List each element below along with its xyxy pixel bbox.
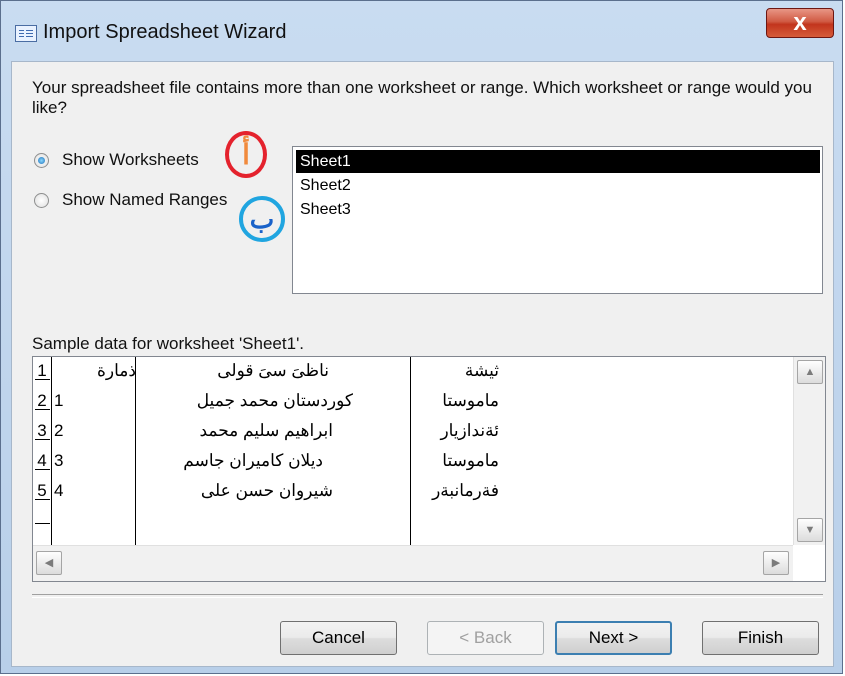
arrow-up-icon: ▲ [804,366,816,378]
table-row: 1 ذمارة ناظىَ سىَ قولى ثيشة [33,359,793,383]
scroll-down-button[interactable]: ▼ [797,518,823,542]
horizontal-scrollbar[interactable]: ◀ ▶ [33,545,793,581]
sample-data-label: Sample data for worksheet 'Sheet1'. [32,334,305,353]
row-number: 1 [35,359,50,383]
annotation-ba-circle: ب [239,196,285,242]
wizard-body: Your spreadsheet file contains more than… [11,61,834,667]
grid-cell: ثيشة [464,361,499,380]
next-button[interactable]: Next > [555,621,672,655]
scroll-left-button[interactable]: ◀ [36,551,62,575]
cancel-button[interactable]: Cancel [280,621,397,655]
row-number: 4 [35,449,50,473]
show-named-ranges-option[interactable]: Show Named Ranges [34,188,227,212]
import-spreadsheet-wizard-window: Import Spreadsheet Wizard x Your spreads… [0,0,843,674]
table-row: 3 2 ابراهيم سليم محمد ئةندازيار [33,419,793,443]
table-row: 2 1 كوردستان محمد جميل ماموستا [33,389,793,413]
back-button[interactable]: < Back [427,621,544,655]
grid-cell: 4 [54,481,64,500]
show-named-ranges-label: Show Named Ranges [62,190,228,209]
worksheet-item-sheet3[interactable]: Sheet3 [299,198,351,221]
grid-cell: كوردستان محمد جميل [196,391,353,410]
table-row: 4 3 ديلان كاميران جاسم ماموستا [33,449,793,473]
scroll-right-button[interactable]: ▶ [763,551,789,575]
annotation-alef-circle: أ [225,131,267,178]
grid-cell: 3 [54,451,64,470]
show-worksheets-radio[interactable] [34,152,49,168]
instruction-text: Your spreadsheet file contains more than… [32,78,812,117]
grid-cell: 2 [54,421,64,440]
table-icon [15,25,37,42]
close-button[interactable]: x [766,8,834,38]
arrow-right-icon: ▶ [771,557,781,569]
show-worksheets-option[interactable]: Show Worksheets [34,148,199,172]
arrow-left-icon: ◀ [44,557,54,569]
grid-cell: ذمارة [97,361,136,380]
annotation-alef-letter: أ [242,138,250,170]
show-named-ranges-radio[interactable] [34,192,49,208]
annotation-ba-letter: ب [249,204,275,234]
row-number: 2 [35,389,50,413]
row-number: 3 [35,419,50,443]
worksheet-list[interactable]: Sheet1 Sheet2 Sheet3 [292,146,823,294]
grid-cell: ماموستا [442,451,499,470]
close-icon: x [793,9,807,36]
grid-cell: 1 [54,391,64,410]
grid-cell: ئةندازيار [440,421,499,440]
worksheet-item-sheet2[interactable]: Sheet2 [299,174,351,197]
arrow-down-icon: ▼ [804,524,816,536]
grid-cell: ابراهيم سليم محمد [199,421,333,440]
row-number: 5 [35,479,50,503]
finish-button[interactable]: Finish [702,621,819,655]
grid-cell: ناظىَ سىَ قولى [217,361,329,380]
window-title: Import Spreadsheet Wizard [43,21,287,43]
grid-cell: شيروان حسن على [200,481,333,500]
sample-data-grid[interactable]: 1 ذمارة ناظىَ سىَ قولى ثيشة 2 1 كوردستان… [32,356,826,582]
table-row: 5 4 شيروان حسن على فةرمانبةر [33,479,793,503]
worksheet-item-sheet1[interactable]: Sheet1 [296,150,820,173]
vertical-scrollbar[interactable]: ▲ ▼ [793,357,825,545]
scroll-up-button[interactable]: ▲ [797,360,823,384]
show-worksheets-label: Show Worksheets [62,150,199,169]
grid-cell: ماموستا [442,391,499,410]
grid-cell: فةرمانبةر [432,481,499,500]
title-bar[interactable]: Import Spreadsheet Wizard x [1,1,842,61]
grid-cell: ديلان كاميران جاسم [183,451,323,470]
separator [32,594,823,598]
row-divider [35,523,50,524]
